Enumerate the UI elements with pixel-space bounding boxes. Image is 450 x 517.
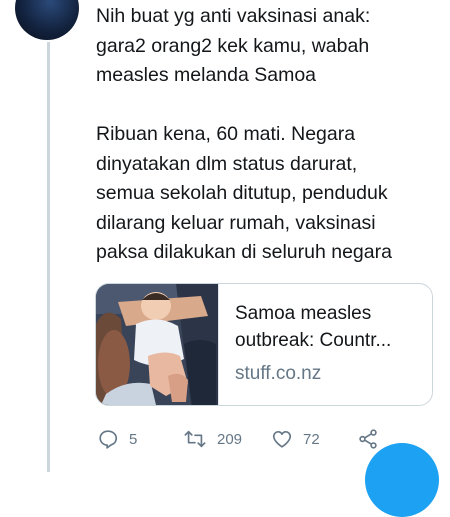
tweet-line: Nih buat yg anti vaksinasi anak: <box>96 5 371 27</box>
retweet-button[interactable]: 209 <box>183 425 242 453</box>
reply-count: 5 <box>129 430 138 448</box>
retweet-count: 209 <box>217 430 243 448</box>
like-count: 72 <box>303 430 320 448</box>
like-button[interactable]: 72 <box>271 425 320 453</box>
retweet-icon <box>183 428 207 450</box>
share-button[interactable] <box>357 425 379 453</box>
tweet-line: semua sekolah ditutup, penduduk <box>96 182 388 204</box>
reply-button[interactable]: 5 <box>97 425 137 453</box>
tweet-line: paksa dilakukan di seluruh negara <box>96 241 392 263</box>
compose-fab-partial[interactable] <box>365 443 439 517</box>
card-domain: stuff.co.nz <box>235 363 322 384</box>
card-thumbnail <box>96 284 219 405</box>
card-body: Samoa measles outbreak: Countr... stuff.… <box>235 300 425 387</box>
tweet-line: dinyatakan dlm status darurat, <box>96 152 358 175</box>
tweet-line: dilarang keluar rumah, vaksinasi <box>96 211 376 234</box>
tweet-actions: 5 209 72 <box>95 425 425 453</box>
share-icon <box>357 428 379 450</box>
card-title-line: outbreak: Countr... <box>235 330 392 351</box>
card-title-line: Samoa measles <box>235 303 372 324</box>
heart-icon <box>271 428 293 450</box>
tweet-line: Ribuan kena, 60 mati. Negara <box>96 123 356 145</box>
reply-icon <box>97 428 119 450</box>
thread-connector-line <box>47 42 50 472</box>
tweet-line: gara2 orang2 kek kamu, wabah <box>96 34 370 57</box>
avatar[interactable] <box>15 0 79 40</box>
card-thumbnail-image <box>96 284 218 405</box>
tweet-line: measles melanda Samoa <box>96 64 317 86</box>
tweet-text: Nih buat yg anti vaksinasi anak: gara2 o… <box>96 2 446 268</box>
link-preview-card[interactable]: Samoa measles outbreak: Countr... stuff.… <box>95 283 433 406</box>
